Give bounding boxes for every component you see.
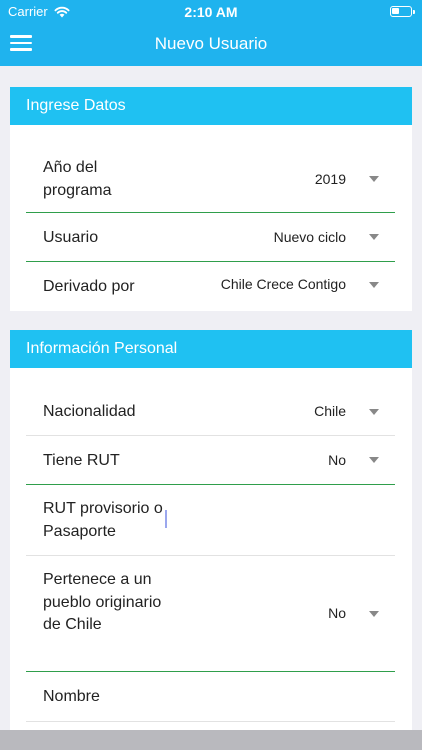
- chevron-down-icon: [369, 409, 379, 415]
- field-label-nacionalidad: Nacionalidad: [43, 403, 136, 420]
- battery-level: [392, 8, 399, 14]
- chevron-down-icon: [369, 611, 379, 617]
- field-label-anio: Año del programa: [43, 159, 112, 199]
- chevron-down-icon: [369, 282, 379, 288]
- section-header-informacion-personal: Información Personal: [10, 330, 412, 368]
- text-cursor: [165, 510, 167, 528]
- field-label-tiene-rut: Tiene RUT: [43, 452, 120, 469]
- field-pueblo-originario[interactable]: Pertenece a un pueblo originario de Chil…: [26, 556, 395, 672]
- field-value-nacionalidad: Chile: [314, 403, 346, 419]
- field-nacionalidad[interactable]: Nacionalidad Chile: [26, 388, 395, 436]
- top-bar: Carrier 2:10 AM Nuevo Usuario: [0, 0, 422, 66]
- field-label-nombre: Nombre: [43, 688, 100, 705]
- field-nombre[interactable]: Nombre: [26, 672, 395, 722]
- bottom-bar: [0, 730, 422, 750]
- field-value-tiene-rut: No: [328, 452, 346, 468]
- battery-icon: [390, 6, 415, 17]
- field-label-rut-provisorio: RUT provisorio o Pasaporte: [43, 500, 163, 540]
- status-bar: Carrier 2:10 AM: [0, 0, 422, 22]
- navigation-bar: Nuevo Usuario: [0, 22, 422, 66]
- chevron-down-icon: [369, 176, 379, 182]
- chevron-down-icon: [369, 234, 379, 240]
- field-tiene-rut[interactable]: Tiene RUT No: [26, 436, 395, 485]
- status-time: 2:10 AM: [184, 4, 238, 20]
- field-value-derivado: Chile Crece Contigo: [220, 276, 346, 292]
- form-content[interactable]: Ingrese Datos Año del programa 2019 Usua…: [0, 66, 422, 730]
- chevron-down-icon: [369, 457, 379, 463]
- field-usuario[interactable]: Usuario Nuevo ciclo: [26, 213, 395, 262]
- field-value-pueblo: No: [328, 605, 346, 621]
- field-derivado-por[interactable]: Derivado por Chile Crece Contigo: [26, 262, 395, 311]
- section-header-ingrese-datos: Ingrese Datos: [10, 87, 412, 125]
- field-value-anio: 2019: [314, 171, 346, 187]
- field-anio-programa[interactable]: Año del programa 2019: [26, 148, 395, 213]
- field-label-usuario: Usuario: [43, 229, 99, 246]
- field-label-pueblo: Pertenece a un pueblo originario de Chil…: [43, 571, 162, 633]
- field-rut-provisorio[interactable]: RUT provisorio o Pasaporte: [26, 485, 395, 556]
- section-informacion-personal: Información Personal Nacionalidad Chile …: [10, 330, 412, 730]
- page-title: Nuevo Usuario: [154, 34, 268, 53]
- section-ingrese-datos: Ingrese Datos Año del programa 2019 Usua…: [10, 87, 412, 311]
- field-label-derivado: Derivado por: [43, 278, 135, 295]
- field-value-usuario: Nuevo ciclo: [273, 229, 346, 245]
